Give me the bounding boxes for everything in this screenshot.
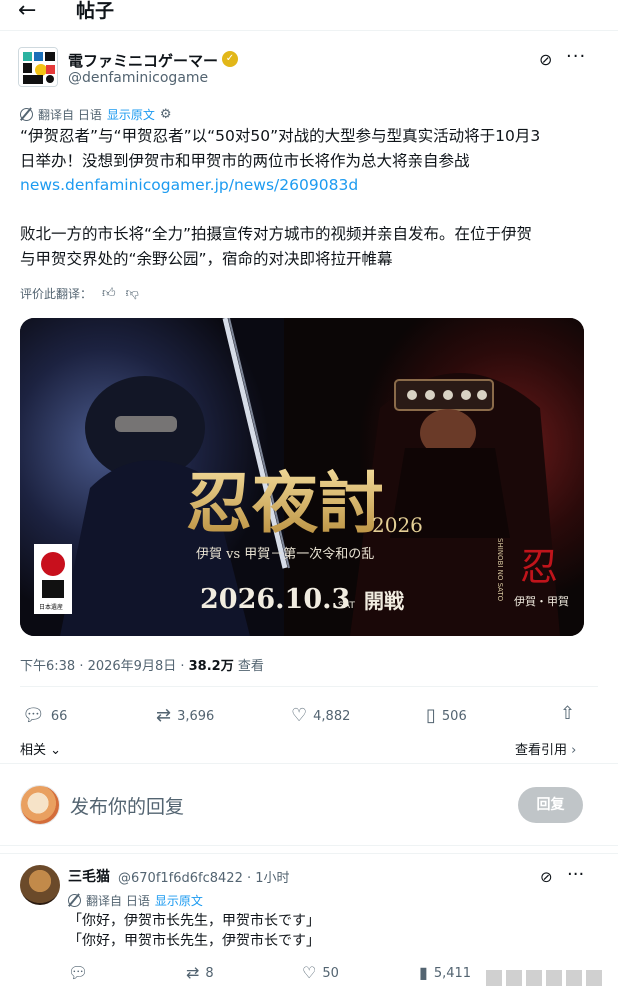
view-quotes-label: 查看引用: [515, 743, 568, 758]
comment-retweet-button[interactable]: ⇄ 8: [186, 965, 214, 981]
retweet-icon: ⇄: [156, 705, 172, 726]
poster-emblem-glyph: 忍: [520, 545, 558, 589]
header-divider: [0, 30, 618, 31]
section-divider: [0, 763, 618, 764]
composer-divider: [0, 845, 618, 846]
comment-text-line: 「你好，伊贺市长先生，甲贺市长です」: [68, 913, 320, 929]
bookmark-button[interactable]: ▯ 506: [426, 707, 467, 725]
comment-view-count: 5,411: [433, 965, 472, 981]
more-icon[interactable]: ···: [567, 864, 584, 885]
verified-badge-icon: ✓: [222, 51, 238, 67]
post-timestamp[interactable]: 下午6:38 · 2026年9月8日 ·: [20, 659, 189, 674]
user-avatar[interactable]: [20, 785, 60, 825]
retweet-icon: ⇄: [186, 963, 200, 982]
comment-author-name[interactable]: 三毛猫: [68, 866, 110, 886]
poster-year: 2026: [372, 513, 423, 537]
poster-emblem-text: 伊賀・甲賀: [514, 595, 569, 608]
comment-like-button[interactable]: ♡ 50: [302, 965, 339, 981]
poster-side-text: SHINOBI NO SATO: [496, 538, 504, 602]
view-quotes-link[interactable]: 查看引用 ›: [515, 739, 576, 758]
reply-icon: 💬︎: [68, 963, 89, 982]
thumbs-up-icon[interactable]: 👍︎: [102, 286, 116, 301]
retweet-count: 3,696: [177, 708, 215, 724]
like-count: 4,882: [313, 708, 351, 724]
author-avatar[interactable]: [18, 47, 58, 87]
post-meta: 下午6:38 · 2026年9月8日 · 38.2万 查看: [20, 655, 264, 674]
rate-translation-row: 评价此翻译： 👍︎ 👎︎: [20, 285, 139, 302]
share-button[interactable]: ⇧: [560, 705, 575, 723]
like-button[interactable]: ♡ 4,882: [291, 707, 350, 725]
meta-divider: [20, 686, 598, 687]
grok-icon[interactable]: ⊘: [539, 50, 552, 69]
event-poster: 忍夜討 2026 伊賀 vs 甲賀－第一次令和の乱 2026.10.3 SAT …: [20, 318, 584, 636]
translate-icon: [68, 894, 81, 907]
poster-kaisen: 開戦: [364, 589, 404, 613]
chevron-right-icon: ›: [567, 743, 577, 758]
poster-title: 忍夜討: [186, 464, 384, 542]
translation-bar: 翻译自 日语 显示原文 ⚙: [20, 106, 172, 123]
like-icon: ♡: [291, 705, 308, 726]
tweet-text-line: 与甲贺交界处的“余野公园”，宿命的对决即将拉开帷幕: [20, 250, 393, 268]
watermark: [480, 966, 616, 990]
author-handle[interactable]: @denfaminicogame: [68, 70, 208, 86]
comment-author-handle[interactable]: @670f1f6d6fc8422 · 1小时: [118, 867, 290, 886]
grok-icon[interactable]: ⊘: [540, 868, 553, 886]
reply-submit-button[interactable]: 回复: [518, 787, 583, 823]
show-original-link[interactable]: 显示原文: [155, 892, 203, 909]
comment-views[interactable]: ▮ 5,411: [419, 965, 471, 981]
tweet-text-line: 日举办！没想到伊贺市和甲贺市的两位市长将作为总大将亲自参战: [20, 152, 470, 170]
page-title: 帖子: [76, 0, 115, 22]
related-label: 相关: [20, 743, 47, 758]
comment-retweet-count: 8: [205, 965, 214, 981]
reply-button[interactable]: 💬︎ 66: [22, 707, 67, 725]
back-arrow-icon[interactable]: ←: [18, 0, 36, 22]
show-original-link[interactable]: 显示原文: [107, 106, 155, 123]
japan-heritage-text: 日本遺産: [39, 603, 63, 611]
settings-icon[interactable]: ⚙: [160, 107, 172, 122]
comment-text-line: 「你好，甲贺市长先生，伊贺市长です」: [68, 933, 320, 949]
comment-reply-button[interactable]: 💬︎: [68, 965, 94, 981]
like-icon: ♡: [302, 963, 317, 982]
translate-icon: [20, 108, 33, 121]
poster-date: 2026.10.3: [200, 584, 350, 615]
poster-subtitle: 伊賀 vs 甲賀－第一次令和の乱: [196, 546, 374, 562]
related-dropdown[interactable]: 相关 ⌄: [20, 739, 61, 758]
rate-translation-label: 评价此翻译：: [20, 287, 93, 301]
tweet-link[interactable]: news.denfaminicogamer.jp/news/2609083d: [20, 174, 358, 197]
bookmark-icon: ▯: [426, 705, 436, 726]
comment-avatar[interactable]: [20, 865, 60, 905]
author-avatar-logo: [19, 48, 57, 86]
media-image[interactable]: 忍夜討 2026 伊賀 vs 甲賀－第一次令和の乱 2026.10.3 SAT …: [20, 318, 584, 636]
tweet-text-line: “伊贺忍者”与“甲贺忍者”以“50对50”对战的大型参与型真实活动将于10月3: [20, 127, 541, 145]
tweet-text-line: 败北一方的市长将“全力”拍摄宣传对方城市的视频并亲自发布。在位于伊贺: [20, 225, 533, 243]
translated-from-label: 翻译自 日语: [86, 894, 150, 908]
composer-divider: [0, 853, 618, 854]
reply-icon: 💬︎: [22, 705, 45, 726]
translated-from-label: 翻译自 日语: [38, 108, 102, 122]
chevron-down-icon: ⌄: [46, 743, 62, 758]
comment-like-count: 50: [322, 965, 339, 981]
reply-count: 66: [50, 708, 68, 724]
comment-translation-bar: 翻译自 日语 显示原文: [68, 892, 203, 909]
views-icon: ▮: [419, 963, 428, 982]
post-view-count: 38.2万: [188, 659, 234, 674]
retweet-button[interactable]: ⇄ 3,696: [156, 707, 214, 725]
reply-input[interactable]: 发布你的回复: [70, 792, 184, 819]
thumbs-down-icon[interactable]: 👎︎: [126, 286, 139, 301]
more-icon[interactable]: ···: [566, 46, 586, 67]
post-view-label: 查看: [233, 659, 264, 674]
author-name[interactable]: 電ファミニコゲーマー: [68, 50, 218, 71]
share-icon: ⇧: [560, 703, 576, 724]
bookmark-count: 506: [441, 708, 467, 724]
poster-weekday: SAT: [338, 601, 355, 611]
